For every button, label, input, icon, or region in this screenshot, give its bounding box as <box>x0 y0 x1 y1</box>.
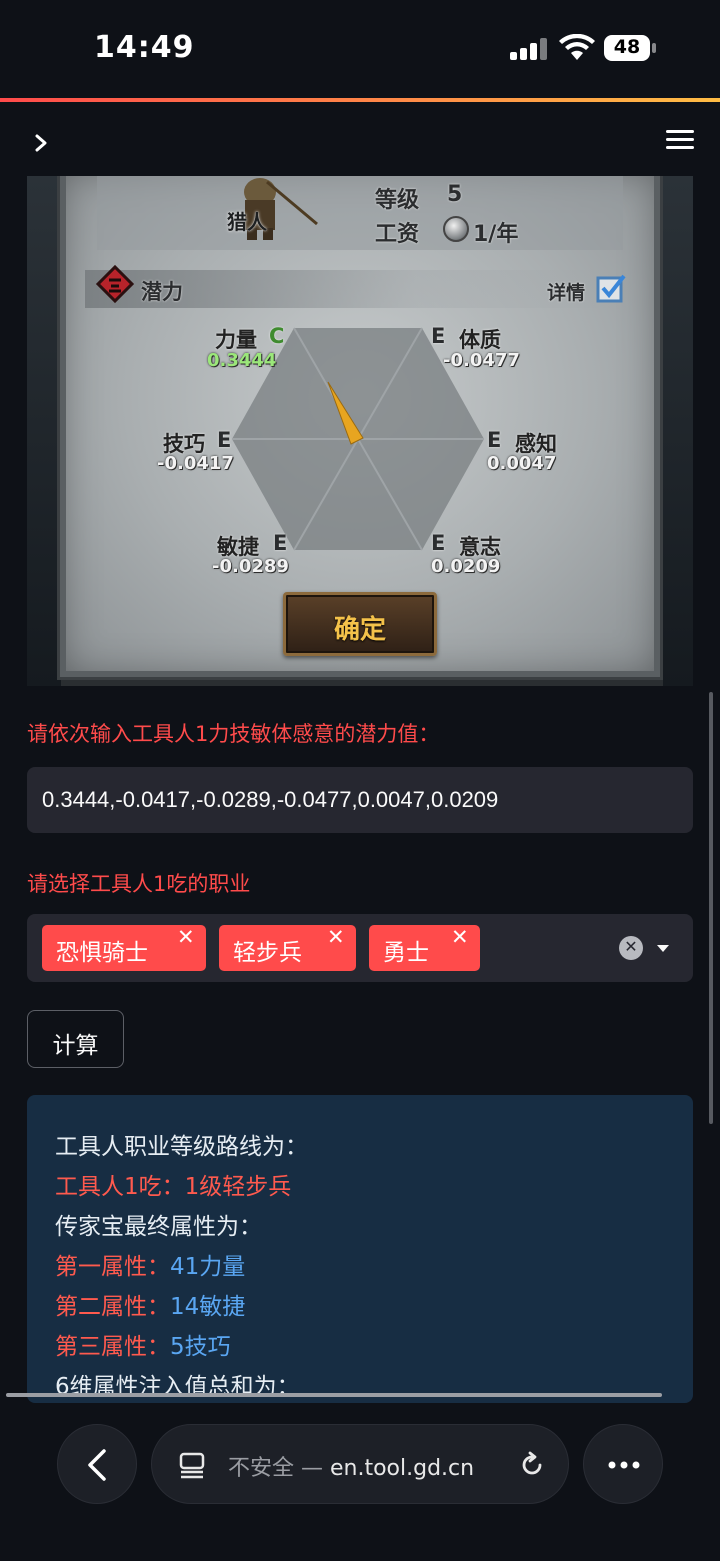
attr2-value: 14敏捷 <box>170 1294 246 1320</box>
route-title: 工具人职业等级路线为： <box>55 1134 308 1160</box>
chevron-left-icon <box>88 1449 106 1481</box>
attribute-line: 第三属性：5技巧 <box>55 1327 231 1361</box>
status-bar: 14:49 48 <box>0 0 720 98</box>
class-tag-label: 恐惧骑士 <box>56 940 148 966</box>
character-class: 猎人 <box>227 210 267 234</box>
potential-label: 潜力 <box>141 280 183 304</box>
attr3-value: 5技巧 <box>170 1334 231 1360</box>
menu-icon[interactable] <box>666 130 694 152</box>
stat-will-grade: E <box>431 531 446 555</box>
remove-tag-icon[interactable]: ✕ <box>327 925 345 949</box>
class-multiselect[interactable]: 恐惧骑士 ✕ 轻步兵 ✕ 勇士 ✕ ✕ <box>27 914 693 982</box>
attr1-value: 41力量 <box>170 1254 246 1280</box>
more-button[interactable] <box>583 1424 663 1504</box>
potential-input-value: 0.3444,-0.0417,-0.0289,-0.0477,0.0047,0.… <box>42 787 499 812</box>
attribute-line: 第一属性：41力量 <box>55 1247 245 1281</box>
stat-constitution-grade: E <box>431 324 446 348</box>
attr2-key: 第二属性： <box>55 1294 170 1320</box>
potential-input[interactable]: 0.3444,-0.0417,-0.0289,-0.0477,0.0047,0.… <box>27 767 693 833</box>
wage-label: 工资 <box>375 222 420 247</box>
stat-skill-value: -0.0417 <box>157 453 234 474</box>
vertical-scrollbar[interactable] <box>709 692 713 1124</box>
remove-tag-icon[interactable]: ✕ <box>177 925 195 949</box>
horizontal-scrollbar[interactable] <box>6 1393 662 1397</box>
attr3-key: 第三属性： <box>55 1334 170 1360</box>
chevron-down-icon[interactable] <box>657 945 669 952</box>
insecure-label: 不安全 — <box>228 1456 323 1481</box>
attr1-key: 第一属性： <box>55 1254 170 1280</box>
tabs-icon[interactable] <box>178 1451 206 1479</box>
potential-icon <box>95 264 135 304</box>
game-confirm-label: 确定 <box>333 615 386 645</box>
battery-icon: 48 <box>604 35 656 61</box>
class-tag-label: 勇士 <box>383 940 429 966</box>
potential-input-label: 请依次输入工具人1力技敏体感意的潜力值： <box>27 722 440 746</box>
back-button[interactable] <box>57 1424 137 1504</box>
cellular-signal-icon <box>510 38 548 60</box>
coin-icon <box>443 216 469 242</box>
route-key: 工具人1吃： <box>55 1174 185 1200</box>
stat-perception-value: 0.0047 <box>487 453 557 474</box>
reload-icon[interactable] <box>518 1451 546 1479</box>
stat-strength-grade: C <box>269 324 285 348</box>
level-label: 等级 <box>375 188 420 213</box>
stat-will-value: 0.0209 <box>431 556 501 577</box>
more-dots-icon <box>608 1461 640 1469</box>
remove-tag-icon[interactable]: ✕ <box>451 925 469 949</box>
wage-value: 1/年 <box>473 222 519 247</box>
result-panel: 工具人职业等级路线为： 工具人1吃：1级轻步兵 传家宝最终属性为： 第一属性：4… <box>27 1095 693 1403</box>
class-select-label: 请选择工具人1吃的职业 <box>27 872 251 896</box>
battery-level: 48 <box>613 36 641 58</box>
attribute-line: 第二属性：14敏捷 <box>55 1287 245 1321</box>
app-header <box>0 102 720 176</box>
level-value: 5 <box>447 182 463 207</box>
game-confirm-button: 确定 <box>283 592 437 656</box>
stat-constitution-value: -0.0477 <box>443 350 520 371</box>
address-text: 不安全 — en.tool.gd.cn <box>228 1450 474 1482</box>
stat-strength-value: 0.3444 <box>207 350 277 371</box>
detail-checkbox-icon <box>596 274 626 303</box>
stat-skill-grade: E <box>217 428 232 452</box>
wifi-icon <box>559 34 595 60</box>
route-value: 1级轻步兵 <box>184 1174 292 1200</box>
calculate-label: 计算 <box>52 1033 99 1059</box>
clear-all-icon[interactable]: ✕ <box>619 936 643 960</box>
address-bar[interactable]: 不安全 — en.tool.gd.cn <box>151 1424 569 1504</box>
chevron-right-icon[interactable] <box>30 132 52 154</box>
stat-perception-grade: E <box>487 428 502 452</box>
class-tag-label: 轻步兵 <box>233 940 302 966</box>
calculate-button[interactable]: 计算 <box>27 1010 124 1068</box>
status-time: 14:49 <box>94 30 195 65</box>
stat-agility-grade: E <box>273 531 288 555</box>
stat-agility-value: -0.0289 <box>212 556 289 577</box>
domain-label: en.tool.gd.cn <box>330 1456 475 1481</box>
detail-label: 详情 <box>547 282 586 304</box>
route-line: 工具人1吃：1级轻步兵 <box>55 1167 291 1201</box>
game-screenshot: 猎人 等级 5 工资 1/年 潜力 详情 力量 C 0.3444 E 体质 -0… <box>27 176 693 686</box>
heirloom-title: 传家宝最终属性为： <box>55 1214 262 1240</box>
